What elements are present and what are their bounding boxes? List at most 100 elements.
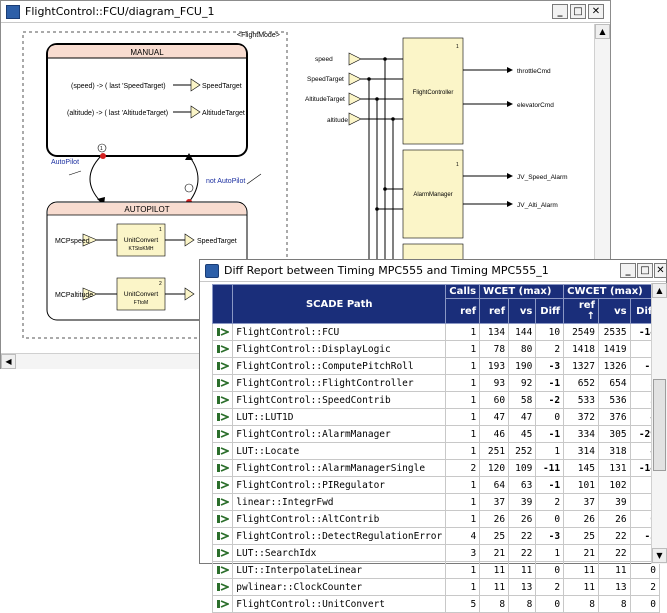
report-app-icon	[205, 264, 219, 278]
header-icon-col	[211, 284, 234, 324]
table-row[interactable]: FlightControl::AltContrib12626026260	[211, 510, 661, 528]
table-row[interactable]: LUT::LUT1D1474703723764	[211, 408, 661, 426]
flightcontroller-name: FlightController	[413, 90, 454, 96]
throttle-label: throttleCmd	[517, 68, 551, 75]
header-cwcet-ref[interactable]: ref ↑	[563, 298, 599, 324]
row-wcet-vs: 190	[508, 357, 537, 375]
transition-to-manual[interactable]	[188, 155, 199, 203]
scroll-left-button[interactable]: ◀	[1, 354, 16, 369]
row-wcet-ref: 46	[479, 425, 510, 443]
diff-minimize-button[interactable]: _	[620, 263, 636, 278]
header-scade-path[interactable]: SCADE Path	[232, 284, 447, 324]
diff-close-button[interactable]: ✕	[654, 263, 667, 278]
row-wcet-diff: -3	[535, 357, 565, 375]
row-node-icon	[211, 442, 234, 460]
row-scade-path: linear::IntegrFwd	[232, 493, 447, 511]
row-wcet-ref: 37	[479, 493, 510, 511]
row-wcet-diff: 1	[535, 442, 565, 460]
table-row[interactable]: FlightControl::UnitConvert 5 8 8 0 8 8 0	[211, 595, 661, 613]
row-calls: 1	[445, 323, 481, 341]
elevator-arrow	[507, 101, 513, 107]
table-row[interactable]: FlightControl::AlarmManagerSingle 2 120 109…	[211, 459, 661, 477]
minimize-button[interactable]: _	[552, 4, 568, 19]
row-wcet-vs: 22	[508, 527, 537, 545]
row-calls: 1	[445, 442, 481, 460]
row-wcet-diff: 2	[535, 493, 565, 511]
header-calls[interactable]: Calls	[445, 284, 481, 299]
scroll-up-button[interactable]: ▲	[595, 24, 610, 39]
row-calls: 1	[445, 408, 481, 426]
row-scade-path: FlightControl::AltContrib	[232, 510, 447, 528]
maximize-button[interactable]: □	[570, 4, 586, 19]
row-cwcet-diff: 0	[629, 561, 661, 579]
table-row[interactable]: FlightControl::PIRegulator16463-11011021	[211, 476, 661, 494]
table-row[interactable]: FlightControl::DetectRegulationError 4 25 2…	[211, 527, 661, 545]
autopilot-state-title: AUTOPILOT	[124, 205, 169, 214]
row-node-icon	[211, 323, 234, 341]
row-cwcet-vs: 1326	[597, 357, 631, 375]
row-scade-path: FlightControl::UnitConvert	[232, 595, 447, 613]
row-cwcet-ref: 21	[563, 544, 599, 562]
manual-row2-expr: (altitude) -> ( last 'AltitudeTarget)	[67, 110, 168, 117]
fcu-titlebar: FlightControl::FCU/diagram_FCU_1 _ □ ✕	[1, 1, 610, 23]
table-row[interactable]: FlightControl::FlightController 1 93 92 -1 65…	[211, 374, 661, 392]
unitconvert-block-2-name: UnitConvert	[124, 291, 159, 298]
diff-window-title: Diff Report between Timing MPC555 and Ti…	[224, 264, 549, 277]
fcu-window-title: FlightControl::FCU/diagram_FCU_1	[25, 5, 215, 18]
table-row[interactable]: linear::IntegrFwd13739237392	[211, 493, 661, 511]
row-scade-path: FlightControl::DisplayLogic	[232, 340, 447, 358]
row-wcet-ref: 26	[479, 510, 510, 528]
row-wcet-vs: 26	[508, 510, 537, 528]
diff-scroll-thumb[interactable]	[653, 379, 666, 471]
row-wcet-vs: 109	[508, 459, 537, 477]
input-altitudetarget-label: AltitudeTarget	[305, 96, 345, 103]
header-cwcet[interactable]: CWCET (max)	[563, 284, 660, 299]
row-cwcet-vs: 318	[597, 442, 631, 460]
row-wcet-vs: 13	[508, 578, 537, 596]
row-wcet-diff: 2	[535, 578, 565, 596]
header-wcet-ref[interactable]: ref	[479, 298, 510, 324]
header-wcet-vs[interactable]: vs	[508, 298, 537, 324]
transition-not-autopilot-guard	[246, 173, 262, 185]
row-node-icon	[211, 561, 234, 579]
diff-scroll-up-button[interactable]: ▲	[652, 283, 667, 298]
row-wcet-diff: 1	[535, 544, 565, 562]
header-cwcet-vs[interactable]: vs	[597, 298, 631, 324]
manual-state[interactable]	[46, 43, 248, 157]
ap-input2-label: MCPaltitude	[55, 292, 93, 299]
table-row[interactable]: LUT::Locate125125213143184	[211, 442, 661, 460]
table-row[interactable]: FlightControl::SpeedContrib 1 60 58 -2 533 536…	[211, 391, 661, 409]
row-calls: 3	[445, 544, 481, 562]
diff-maximize-button[interactable]: □	[637, 263, 653, 278]
throttle-arrow	[507, 67, 513, 73]
unitconvert-block-2-sub: FTtoM	[134, 300, 148, 306]
row-cwcet-ref: 1327	[563, 357, 599, 375]
row-wcet-ref: 251	[479, 442, 510, 460]
transition-to-autopilot[interactable]	[89, 155, 102, 203]
table-row[interactable]: FlightControl::FCU 1 134 144 10 2549 2535 -14	[211, 323, 661, 341]
row-wcet-vs: 47	[508, 408, 537, 426]
table-row[interactable]: FlightControl::AlarmManager 1 46 45 -1 334 305…	[211, 425, 661, 443]
table-row[interactable]: pwlinear::ClockCounter 1 11 13 2 11 13 2	[211, 578, 661, 596]
table-row[interactable]: LUT::InterpolateLinear 1 11 11 0 11 11 0	[211, 561, 661, 579]
diff-scroll-down-button[interactable]: ▼	[652, 548, 667, 563]
row-calls: 4	[445, 527, 481, 545]
alti-alarm-label: JV_Alti_Alarm	[517, 202, 558, 209]
table-row[interactable]: FlightControl::DisplayLogic 1 78 80 2 1418 141…	[211, 340, 661, 358]
fcu-horizontal-scrollbar[interactable]: ◀	[1, 353, 201, 369]
manual-row1-target: SpeedTarget	[202, 83, 242, 90]
table-row[interactable]: LUT::SearchIdx32122121221	[211, 544, 661, 562]
ap-input1-label: MCPspeed	[55, 238, 90, 245]
unitconvert-block-2-num: 2	[159, 281, 162, 287]
transition-autopilot-label: AutoPilot	[51, 159, 79, 166]
header-wcet-diff[interactable]: Diff	[535, 298, 565, 324]
speed-alarm-arrow	[507, 173, 513, 179]
table-row[interactable]: FlightControl::ComputePitchRoll 1 193 190 -3…	[211, 357, 661, 375]
row-cwcet-ref: 652	[563, 374, 599, 392]
unitconvert-block-1-name: UnitConvert	[124, 237, 159, 244]
header-wcet[interactable]: WCET (max)	[479, 284, 565, 299]
close-button[interactable]: ✕	[588, 4, 604, 19]
alarmmanager-num: 1	[456, 162, 459, 168]
diff-vertical-scrollbar[interactable]: ▲ ▼	[651, 283, 667, 564]
header-calls-ref[interactable]: ref	[445, 298, 481, 324]
